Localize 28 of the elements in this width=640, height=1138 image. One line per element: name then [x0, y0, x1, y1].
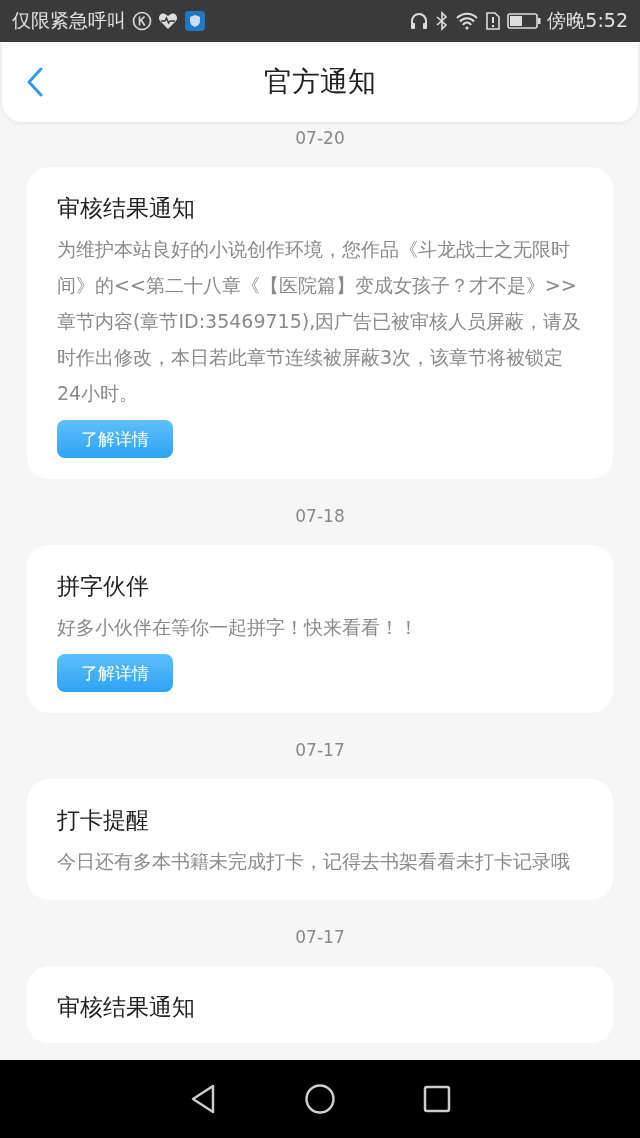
- date-label: 07-17: [294, 739, 346, 762]
- notice-title: 打卡提醒: [57, 806, 150, 835]
- heart-pulse-icon: [158, 12, 178, 30]
- recents-icon[interactable]: [423, 1085, 452, 1113]
- notice-card[interactable]: 打卡提醒 今日还有多本书籍未完成打卡，记得去书架看看未打卡记录哦: [27, 779, 613, 900]
- notice-text: 为维护本站良好的小说创作环境，您作品《斗龙战士之无限时间》的<<第二十八章《【医院篇】变成女孩子？才不是》>>章节内容(章节ID:35469715),因广告已被审核人员屏蔽，请及时作出修改，本日若此章节连续被屏蔽3次，该章节将被锁定24小时。: [57, 237, 583, 406]
- k-circle-icon: [132, 11, 152, 31]
- home-icon[interactable]: [304, 1083, 336, 1115]
- shield-icon: [184, 10, 206, 32]
- carrier-text: 仅限紧急呼叫: [12, 8, 126, 33]
- notice-title: 审核结果通知: [57, 194, 196, 223]
- date-label: 07-20: [294, 127, 346, 150]
- notice-card[interactable]: 审核结果通知 为维护本站良好的小说创作环境，您作品《斗龙战士之无限时间》的<<第二十八章《【医院篇】变成女孩子？才不是》>>章节内容(章节ID:35469715),因广告已被审核人员屏蔽，请及时作出修改，本日若此章节连续被屏蔽3次，该章节将被锁定24小时。 了解详情: [27, 167, 613, 479]
- notice-title: 审核结果通知: [57, 993, 196, 1022]
- clock-text: 傍晚5:52: [547, 8, 628, 33]
- headphones-icon: [409, 11, 430, 31]
- sim-alert-icon: [485, 11, 502, 31]
- bluetooth-icon: [435, 11, 450, 31]
- date-label: 07-18: [294, 505, 346, 528]
- notice-title: 拼字伙伴: [57, 572, 150, 601]
- notice-text: 今日还有多本书籍未完成打卡，记得去书架看看未打卡记录哦: [57, 849, 571, 874]
- battery-icon: [507, 12, 542, 30]
- notice-card[interactable]: 拼字伙伴 好多小伙伴在等你一起拼字！快来看看！！ 了解详情: [27, 545, 613, 713]
- notice-card[interactable]: 审核结果通知: [27, 966, 613, 1043]
- notice-text: 好多小伙伴在等你一起拼字！快来看看！！: [57, 615, 419, 640]
- date-label: 07-17: [294, 926, 346, 949]
- wifi-icon: [455, 11, 480, 31]
- page-title: 官方通知: [264, 64, 376, 100]
